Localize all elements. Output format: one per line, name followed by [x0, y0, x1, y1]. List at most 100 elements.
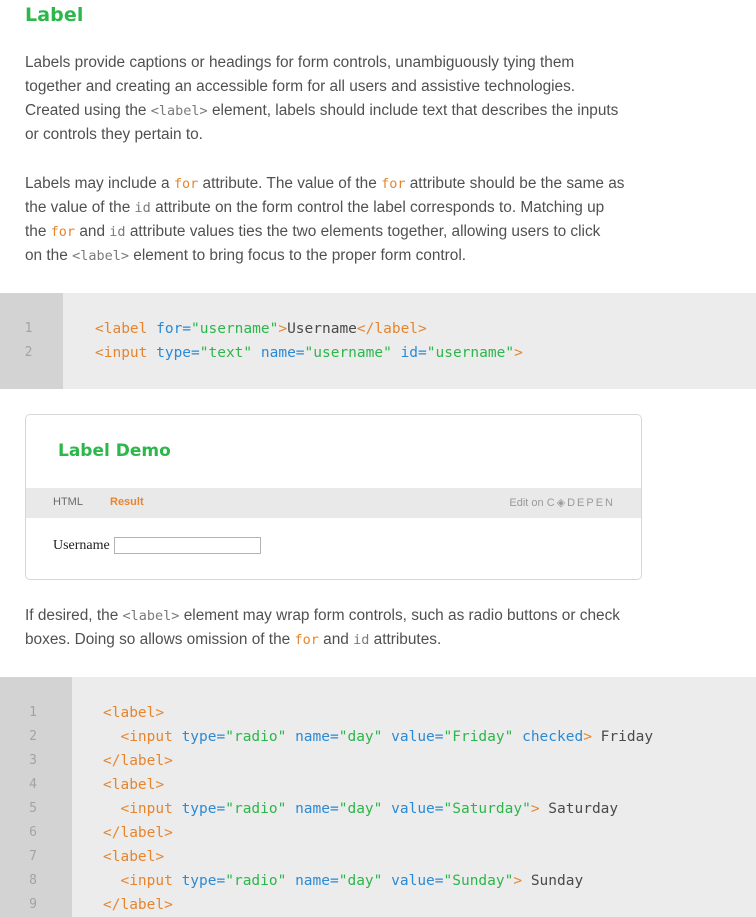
code-line: 1 <label for="username">Username</label>	[0, 317, 756, 341]
code-line: 4 <label>	[0, 773, 756, 797]
code-text: <input type="text" name="username" id="u…	[95, 341, 523, 365]
text-run: or controls they pertain to.	[25, 126, 203, 143]
code-token-attr: type=	[181, 873, 226, 889]
text-run: the value of the	[25, 199, 135, 216]
inline-code-attribute: for	[294, 632, 319, 648]
code-token-tag: <label>	[103, 705, 165, 721]
text-run: together and creating an accessible form…	[25, 78, 576, 95]
code-text: <label for="username">Username</label>	[95, 317, 427, 341]
text-run: attributes.	[369, 631, 442, 648]
codepen-demo-embed: Label Demo HTML Result Edit on C◈DEPEN U…	[25, 414, 642, 580]
code-token-tag: >	[513, 873, 523, 889]
code-text: <label>	[103, 845, 164, 869]
code-token-val: "radio"	[225, 873, 296, 889]
code-token-tag: >	[278, 321, 288, 337]
wrap-controls-paragraph: If desired, the <label> element may wrap…	[25, 604, 650, 652]
code-token-attr: name=	[260, 345, 305, 361]
code-line: 2 <input type="text" name="username" id="…	[0, 341, 756, 365]
code-text: <input type="radio" name="day" value="Sa…	[103, 797, 618, 821]
paragraph-line: or controls they pertain to.	[25, 123, 650, 147]
code-line: 6 </label>	[0, 821, 756, 845]
code-token-attr: type=	[156, 345, 200, 361]
text-run: If desired, the	[25, 607, 123, 624]
inline-code: id	[353, 632, 370, 648]
code-token-attr: id=	[400, 345, 427, 361]
code-token-val: "username"	[304, 345, 401, 361]
code-line: 3 </label>	[0, 749, 756, 773]
text-run: attribute should be the same as	[405, 175, 625, 192]
username-input[interactable]	[113, 537, 261, 554]
code-token-plain: Saturday	[539, 801, 619, 817]
line-number: 2	[24, 345, 33, 360]
code-text: <input type="radio" name="day" value="Su…	[103, 869, 583, 893]
text-run: the	[25, 223, 51, 240]
paragraph-line: If desired, the <label> element may wrap…	[25, 604, 650, 628]
code-token-val: "username"	[426, 345, 515, 361]
paragraph-line: together and creating an accessible form…	[25, 75, 650, 99]
code-token-attr: type=	[181, 729, 226, 745]
code-text: <input type="radio" name="day" value="Fr…	[103, 725, 653, 749]
code-token-tag: </label>	[356, 321, 427, 337]
intro-paragraph: Labels provide captions or headings for …	[25, 51, 650, 147]
tab-result[interactable]: Result	[110, 496, 144, 508]
code-token-tag: <label	[95, 321, 157, 337]
code-token-attr: type=	[181, 801, 226, 817]
code-token-val: "radio"	[225, 729, 296, 745]
code-token-val: "Saturday"	[443, 801, 531, 817]
code-token-tag: <input	[120, 801, 182, 817]
code-token-attr: value=	[391, 873, 444, 889]
codepen-logo: C◈DEPEN	[546, 497, 615, 509]
code-example-label-input: 1 <label for="username">Username</label> 2…	[0, 293, 756, 389]
demo-tab-bar: HTML Result Edit on C◈DEPEN	[26, 488, 641, 518]
code-token-attr: for=	[156, 321, 192, 337]
text-run: on the	[25, 247, 73, 264]
edit-on-codepen-link[interactable]: Edit on C◈DEPEN	[509, 496, 615, 509]
paragraph-line: boxes. Doing so allows omission of the f…	[25, 628, 650, 652]
text-run: element to bring focus to the proper for…	[128, 247, 467, 264]
line-number: 1	[29, 705, 37, 720]
text-run: boxes. Doing so allows omission of the	[25, 631, 295, 648]
code-token-tag: <input	[120, 729, 182, 745]
paragraph-line: on the <label> element to bring focus to…	[25, 244, 650, 268]
code-token-val: "day"	[338, 873, 392, 889]
code-line: 5 <input type="radio" name="day" value="…	[0, 797, 756, 821]
username-label[interactable]: Username	[53, 538, 110, 554]
inline-code: <label>	[122, 608, 180, 624]
inline-code: <label>	[150, 103, 208, 119]
code-token-attr: name=	[295, 729, 339, 745]
text-run: and	[318, 631, 354, 648]
line-number: 2	[29, 729, 37, 744]
inline-code: id	[109, 224, 126, 240]
inline-code-attribute: for	[50, 224, 76, 240]
code-token-val: "username"	[191, 321, 279, 337]
code-token-plain: Username	[287, 321, 357, 337]
text-run: attribute. The value of the	[198, 175, 382, 192]
text-run: Labels may include a	[25, 175, 174, 192]
code-line: 2 <input type="radio" name="day" value="…	[0, 725, 756, 749]
inline-code: <label>	[72, 248, 129, 264]
code-token-val: "Friday"	[443, 729, 523, 745]
inline-code: id	[134, 200, 151, 216]
text-run: and	[75, 223, 110, 240]
code-text: <label>	[103, 773, 164, 797]
paragraph-line: Labels provide captions or headings for …	[25, 51, 650, 75]
section-heading: Label	[25, 4, 84, 26]
line-number: 4	[29, 777, 37, 792]
tab-html[interactable]: HTML	[53, 496, 83, 508]
code-token-tag: <label>	[103, 849, 165, 865]
code-text: </label>	[103, 893, 173, 917]
line-number: 8	[29, 873, 37, 888]
code-token-attr: name=	[295, 801, 339, 817]
code-line: 1 <label>	[0, 701, 756, 725]
code-token-tag: </label>	[103, 897, 173, 913]
demo-title: Label Demo	[58, 441, 171, 461]
code-token-tag: </label>	[103, 753, 173, 769]
paragraph-line: Labels may include a for attribute. The …	[25, 172, 650, 196]
line-number: 6	[29, 825, 37, 840]
line-number: 9	[29, 897, 37, 912]
code-token-plain: Friday	[591, 729, 654, 745]
demo-result-pane: Username	[53, 537, 261, 554]
